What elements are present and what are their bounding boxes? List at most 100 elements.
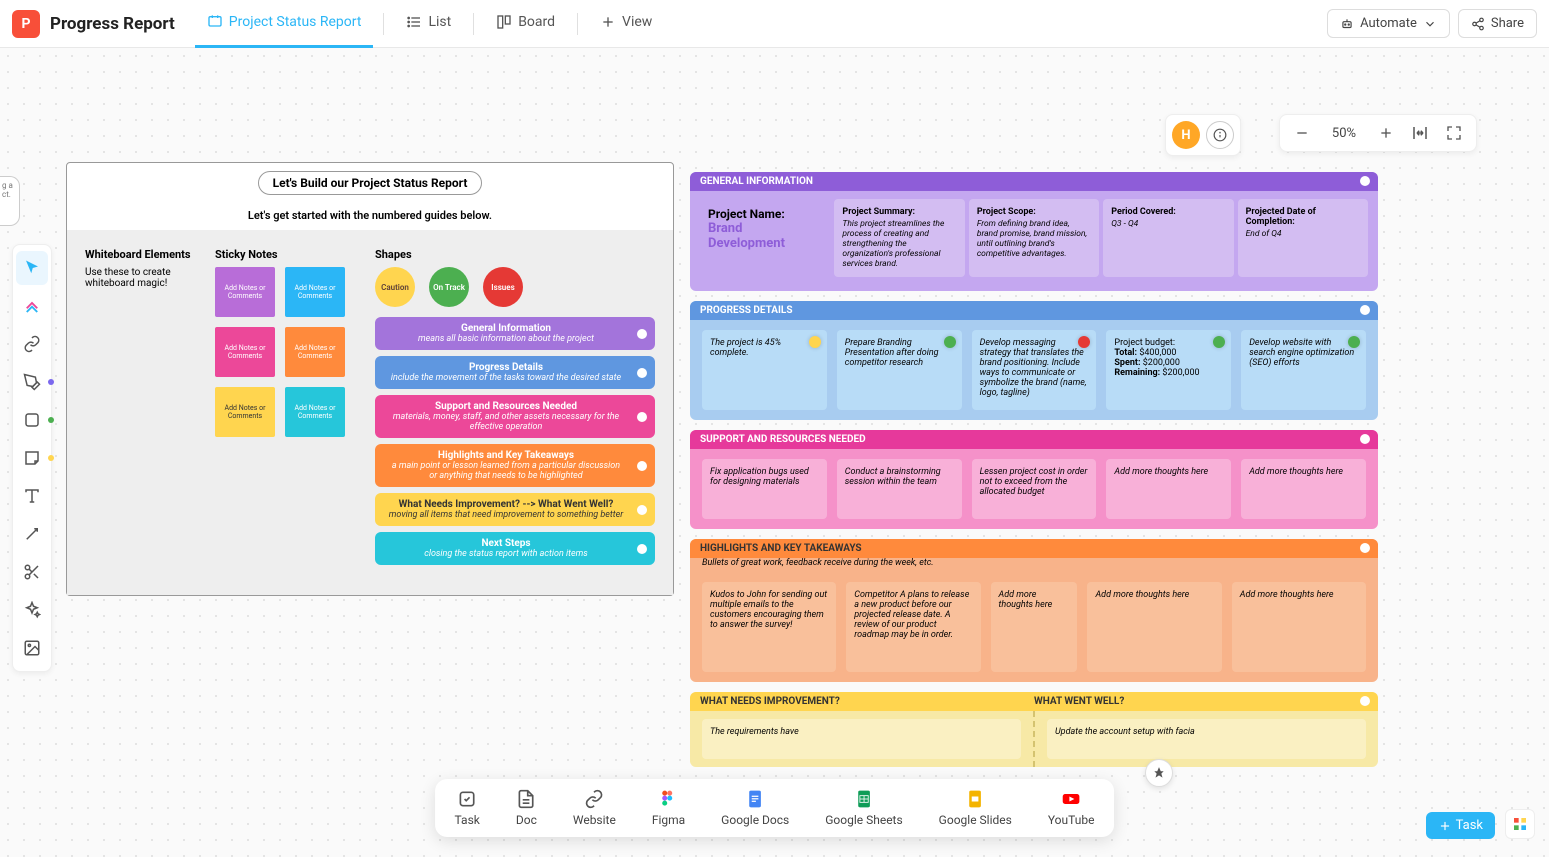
automate-button[interactable]: Automate: [1327, 9, 1450, 38]
progress-card-budget[interactable]: Project budget: Total: $400,000 Spent: $…: [1106, 330, 1231, 410]
status-dot-ontrack: [1348, 336, 1360, 348]
share-icon: [1471, 17, 1485, 31]
sticky-heading: Sticky Notes: [215, 248, 355, 261]
issues-circle[interactable]: Issues: [483, 267, 523, 307]
fullscreen-button[interactable]: [1442, 121, 1466, 145]
dock-youtube[interactable]: YouTube: [1048, 789, 1095, 827]
grid-icon: [1512, 816, 1528, 832]
pin-button[interactable]: [1145, 759, 1173, 787]
collaborators: H: [1165, 114, 1241, 156]
list-icon: [406, 14, 422, 30]
tool-sticky[interactable]: [16, 441, 48, 475]
guide-subtitle: Let's get started with the numbered guid…: [83, 209, 657, 222]
shapes-heading: Shapes: [375, 248, 655, 261]
avatar[interactable]: H: [1172, 121, 1200, 149]
wentwell-card[interactable]: Update the account setup with facia: [1047, 719, 1366, 759]
highlight-card[interactable]: Competitor A plans to release a new prod…: [846, 582, 980, 672]
tab-list[interactable]: List: [394, 0, 463, 48]
tab-label: List: [428, 14, 451, 30]
zoom-out-button[interactable]: [1290, 121, 1314, 145]
on-track-circle[interactable]: On Track: [429, 267, 469, 307]
divider: [473, 13, 474, 35]
progress-card[interactable]: Develop website with search engine optim…: [1241, 330, 1366, 410]
project-name-label: Project Name:: [708, 207, 822, 221]
topbar: P Progress Report Project Status Report …: [0, 0, 1549, 48]
progress-card[interactable]: The project is 45% complete.: [702, 330, 827, 410]
legend-highlights[interactable]: Highlights and Key Takeawaysa main point…: [375, 444, 655, 487]
sticky-note[interactable]: Add Notes or Comments: [285, 327, 345, 377]
tab-add-view[interactable]: View: [588, 0, 664, 48]
tool-clickup[interactable]: [16, 289, 48, 323]
section-improvement-wentwell[interactable]: WHAT NEEDS IMPROVEMENT? WHAT WENT WELL? …: [690, 692, 1378, 767]
divider: [383, 13, 384, 35]
tool-scissors[interactable]: [16, 555, 48, 589]
insert-dock: Task Doc Website Figma Google Docs Googl…: [435, 779, 1115, 837]
support-card[interactable]: Add more thoughts here: [1106, 459, 1231, 519]
legend-support[interactable]: Support and Resources Neededmaterials, m…: [375, 395, 655, 438]
support-card[interactable]: Add more thoughts here: [1241, 459, 1366, 519]
plus-icon: [600, 14, 616, 30]
support-card[interactable]: Lessen project cost in order not to exce…: [972, 459, 1097, 519]
support-card[interactable]: Conduct a brainstorming session within t…: [837, 459, 962, 519]
share-button[interactable]: Share: [1458, 9, 1537, 38]
highlight-card[interactable]: Kudos to John for sending out multiple e…: [702, 582, 836, 672]
dock-google-sheets[interactable]: Google Sheets: [825, 789, 902, 827]
support-card[interactable]: Fix application bugs used for designing …: [702, 459, 827, 519]
divider: [577, 13, 578, 35]
progress-card[interactable]: Prepare Branding Presentation after doin…: [837, 330, 962, 410]
legend-general-info[interactable]: General Informationmeans all basic infor…: [375, 317, 655, 350]
info-button[interactable]: [1206, 121, 1234, 149]
tab-board[interactable]: Board: [484, 0, 567, 48]
legend-improvement[interactable]: What Needs Improvement? --> What Went We…: [375, 493, 655, 526]
zoom-level: 50%: [1324, 126, 1364, 141]
improvement-card[interactable]: The requirements have: [702, 719, 1021, 759]
sticky-note[interactable]: Add Notes or Comments: [285, 267, 345, 317]
tool-shape[interactable]: [16, 403, 48, 437]
dock-google-docs[interactable]: Google Docs: [721, 789, 789, 827]
dock-task[interactable]: Task: [455, 789, 480, 827]
tool-connector[interactable]: [16, 517, 48, 551]
share-label: Share: [1491, 16, 1524, 31]
dock-doc[interactable]: Doc: [516, 789, 537, 827]
board-icon: [496, 14, 512, 30]
legend-progress[interactable]: Progress Detailsinclude the movement of …: [375, 356, 655, 389]
tab-project-status-report[interactable]: Project Status Report: [195, 0, 374, 48]
apps-button[interactable]: [1505, 809, 1535, 839]
tool-link[interactable]: [16, 327, 48, 361]
canvas[interactable]: g act. H 50% Let's Build our Project Sta…: [0, 48, 1549, 857]
highlight-card[interactable]: Add more thoughts here: [991, 582, 1078, 672]
dock-figma[interactable]: Figma: [652, 789, 685, 827]
zoom-in-button[interactable]: [1374, 121, 1398, 145]
guide-panel: Let's Build our Project Status Report Le…: [66, 162, 674, 596]
section-header: PROGRESS DETAILS: [690, 301, 1378, 320]
highlight-card[interactable]: Add more thoughts here: [1087, 582, 1221, 672]
highlight-card[interactable]: Add more thoughts here: [1232, 582, 1366, 672]
section-progress-details[interactable]: PROGRESS DETAILS The project is 45% comp…: [690, 301, 1378, 420]
zoom-controls: 50%: [1279, 114, 1477, 152]
whiteboard-icon: [207, 14, 223, 30]
sticky-note[interactable]: Add Notes or Comments: [215, 387, 275, 437]
legend-next-steps[interactable]: Next Stepsclosing the status report with…: [375, 532, 655, 565]
section-general-info[interactable]: GENERAL INFORMATION Project Name:Brand D…: [690, 172, 1378, 291]
sticky-note[interactable]: Add Notes or Comments: [215, 327, 275, 377]
dock-website[interactable]: Website: [573, 789, 616, 827]
sticky-note[interactable]: Add Notes or Comments: [285, 387, 345, 437]
section-highlights[interactable]: HIGHLIGHTS AND KEY TAKEAWAYS Bullets of …: [690, 539, 1378, 682]
tool-pen[interactable]: [16, 365, 48, 399]
tab-label: Board: [518, 14, 555, 30]
section-support-resources[interactable]: SUPPORT AND RESOURCES NEEDED Fix applica…: [690, 430, 1378, 529]
progress-card[interactable]: Develop messaging strategy that translat…: [972, 330, 1097, 410]
elements-heading: Whiteboard Elements: [85, 248, 195, 261]
tool-image[interactable]: [16, 631, 48, 665]
dock-google-slides[interactable]: Google Slides: [939, 789, 1012, 827]
tool-text[interactable]: [16, 479, 48, 513]
fit-width-button[interactable]: [1408, 121, 1432, 145]
new-task-button[interactable]: Task: [1426, 812, 1495, 839]
status-report: GENERAL INFORMATION Project Name:Brand D…: [690, 172, 1378, 777]
tool-ai[interactable]: [16, 593, 48, 627]
section-header: WHAT NEEDS IMPROVEMENT? WHAT WENT WELL?: [690, 692, 1378, 711]
caution-circle[interactable]: Caution: [375, 267, 415, 307]
tab-label: Project Status Report: [229, 14, 362, 30]
tool-cursor[interactable]: [16, 251, 48, 285]
sticky-note[interactable]: Add Notes or Comments: [215, 267, 275, 317]
